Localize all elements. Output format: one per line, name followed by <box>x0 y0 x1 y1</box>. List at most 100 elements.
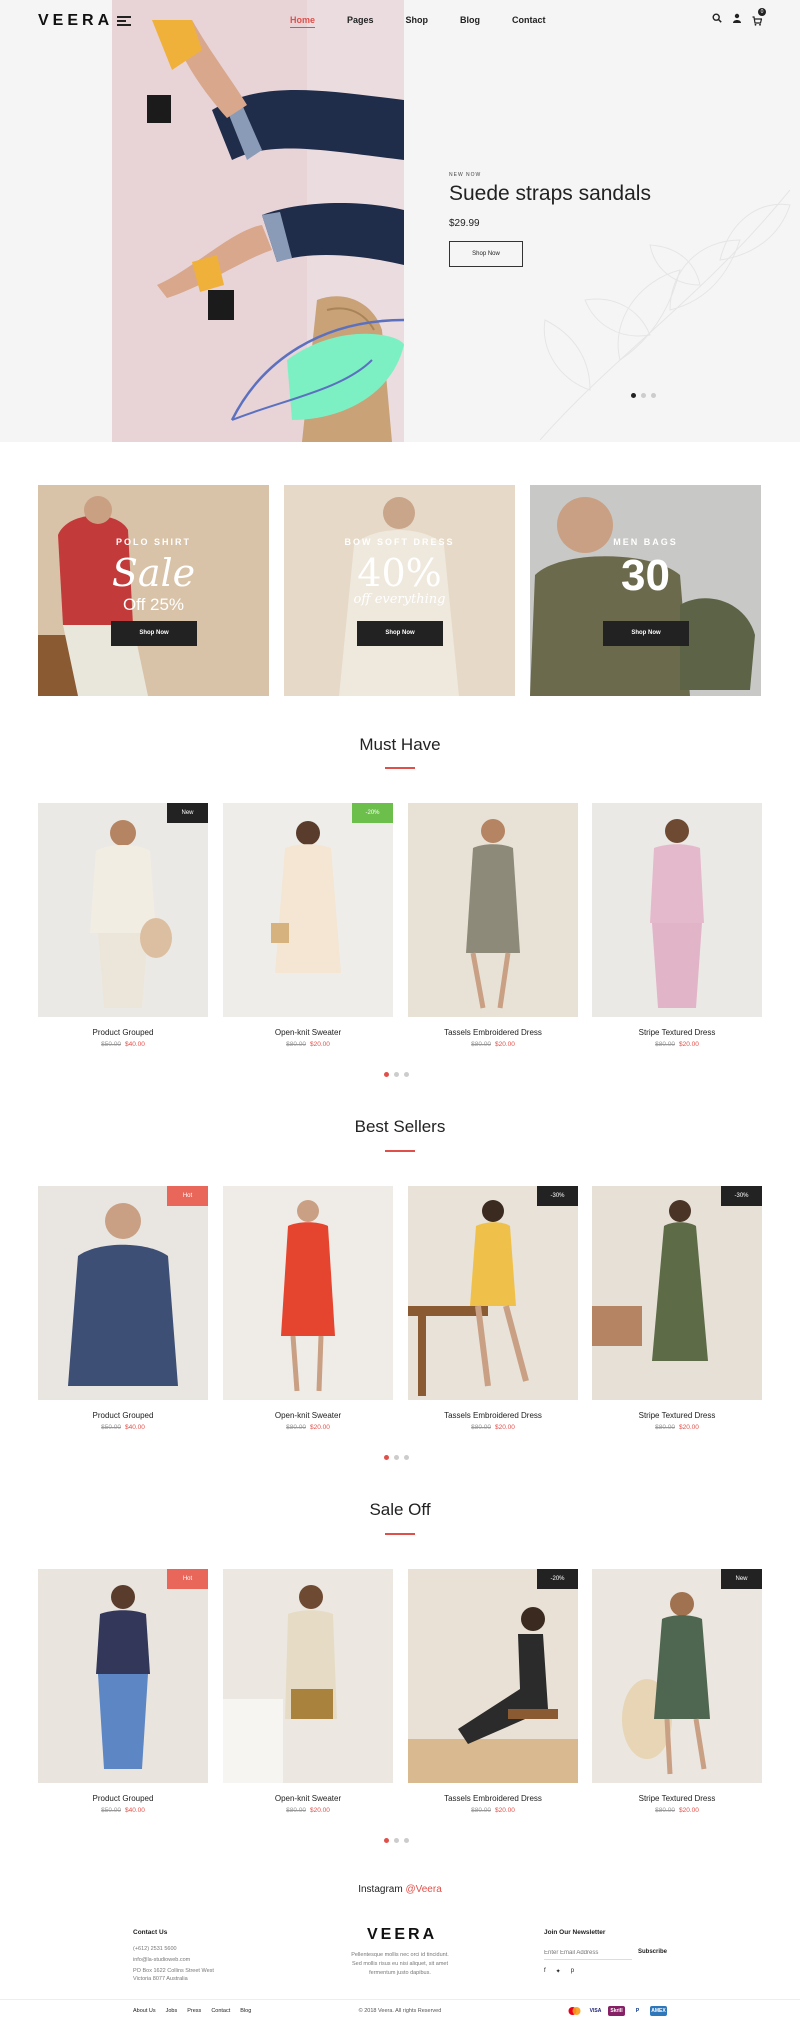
product-image[interactable]: -30% <box>592 1186 762 1400</box>
instagram-heading: Instagram @Veera <box>0 1884 800 1895</box>
product-prices: $80.00 $20.00 <box>408 1807 578 1814</box>
footer-logo[interactable]: VEERA <box>367 1926 437 1944</box>
product-image[interactable] <box>223 1569 393 1783</box>
product-price: $20.00 <box>310 1424 330 1431</box>
hero-slider: NEW NOW Suede straps sandals $29.99 Shop… <box>0 0 800 442</box>
carousel-dot-2[interactable] <box>394 1838 399 1843</box>
cart-icon[interactable]: 0 <box>752 8 766 26</box>
carousel-dot-3[interactable] <box>404 1838 409 1843</box>
subscribe-button[interactable]: Subscribe <box>638 1949 667 1955</box>
menu-icon[interactable] <box>117 16 131 26</box>
hero-shop-now-button[interactable]: Shop Now <box>449 241 523 267</box>
slider-dot-2[interactable] <box>641 393 646 398</box>
banner-shop-now-button[interactable]: Shop Now <box>603 621 689 646</box>
product-badge: Hot <box>167 1569 208 1589</box>
carousel-dot-3[interactable] <box>404 1072 409 1077</box>
carousel-dot-2[interactable] <box>394 1455 399 1460</box>
product-card[interactable]: New Product Grouped $50.00 $40.00 <box>38 803 208 1048</box>
carousel-dot-2[interactable] <box>394 1072 399 1077</box>
social-links: f ✦ p <box>544 1968 574 1975</box>
product-card[interactable]: Hot Product Grouped $50.00 $40.00 <box>38 1569 208 1814</box>
product-card[interactable]: -20% Tassels Embroidered Dress $80.00 $20… <box>408 1569 578 1814</box>
product-card[interactable]: Stripe Textured Dress $80.00 $20.00 <box>592 803 762 1048</box>
carousel-dot-1[interactable] <box>384 1455 389 1460</box>
product-image[interactable]: New <box>38 803 208 1017</box>
newsletter-heading: Join Our Newsletter <box>544 1929 606 1936</box>
product-image[interactable] <box>408 803 578 1017</box>
nav-home[interactable]: Home <box>290 15 316 28</box>
footer-bottom-bar: About Us Jobs Press Contact Blog © 2018 … <box>0 1999 800 2025</box>
carousel-dot-1[interactable] <box>384 1072 389 1077</box>
amex-icon: AMEX <box>650 2006 667 2016</box>
section-divider <box>385 767 415 769</box>
carousel-dot-3[interactable] <box>404 1455 409 1460</box>
product-name[interactable]: Open-knit Sweater <box>223 1411 393 1420</box>
product-card[interactable]: Open-knit Sweater $80.00 $20.00 <box>223 1569 393 1814</box>
product-card[interactable]: -20% Open-knit Sweater $80.00 $20.00 <box>223 803 393 1048</box>
product-image[interactable]: -20% <box>223 803 393 1017</box>
product-name[interactable]: Open-knit Sweater <box>223 1794 393 1803</box>
site-logo[interactable]: VEERA <box>38 12 113 30</box>
pinterest-icon[interactable]: p <box>571 1968 574 1975</box>
product-image[interactable]: Hot <box>38 1186 208 1400</box>
section-divider <box>385 1533 415 1535</box>
product-card[interactable]: Hot Product Grouped $50.00 $40.00 <box>38 1186 208 1431</box>
product-image[interactable] <box>592 803 762 1017</box>
product-photo <box>408 1607 578 1783</box>
product-image[interactable]: Hot <box>38 1569 208 1783</box>
carousel-dots <box>384 1838 409 1843</box>
product-name[interactable]: Product Grouped <box>38 1411 208 1420</box>
product-photo <box>223 1585 337 1783</box>
banner-headline: Sale <box>111 551 196 595</box>
product-name[interactable]: Tassels Embroidered Dress <box>408 1411 578 1420</box>
product-name[interactable]: Open-knit Sweater <box>223 1028 393 1037</box>
product-old-price: $80.00 <box>471 1807 491 1814</box>
banner-bow-soft-dress[interactable]: BOW SOFT DRESS 40% off everything Shop N… <box>284 485 515 696</box>
twitter-icon[interactable]: ✦ <box>556 1968 561 1975</box>
slider-dot-3[interactable] <box>651 393 656 398</box>
newsletter-email-input[interactable] <box>544 1946 632 1960</box>
product-image[interactable] <box>223 1186 393 1400</box>
product-name[interactable]: Product Grouped <box>38 1028 208 1037</box>
product-badge: -30% <box>537 1186 578 1206</box>
product-photo <box>68 1203 178 1386</box>
product-price: $40.00 <box>125 1424 145 1431</box>
nav-blog[interactable]: Blog <box>460 15 480 28</box>
product-name[interactable]: Stripe Textured Dress <box>592 1411 762 1420</box>
product-image[interactable]: -20% <box>408 1569 578 1783</box>
instagram-handle[interactable]: @Veera <box>405 1884 441 1895</box>
product-name[interactable]: Product Grouped <box>38 1794 208 1803</box>
product-price: $20.00 <box>679 1807 699 1814</box>
contact-phone: (+612) 2531 5600 <box>133 1946 177 1952</box>
product-card[interactable]: Tassels Embroidered Dress $80.00 $20.00 <box>408 803 578 1048</box>
banner-men-bags[interactable]: MEN BAGS 30 Shop Now <box>530 485 761 696</box>
product-card[interactable]: Open-knit Sweater $80.00 $20.00 <box>223 1186 393 1431</box>
product-name[interactable]: Tassels Embroidered Dress <box>408 1794 578 1803</box>
product-name[interactable]: Stripe Textured Dress <box>592 1028 762 1037</box>
product-card[interactable]: -30% Stripe Textured Dress $80.00 $20.00 <box>592 1186 762 1431</box>
product-card[interactable]: New Stripe Textured Dress $80.00 $20.00 <box>592 1569 762 1814</box>
carousel-dot-1[interactable] <box>384 1838 389 1843</box>
contact-email[interactable]: info@la-studioweb.com <box>133 1956 190 1965</box>
product-image[interactable]: -30% <box>408 1186 578 1400</box>
banner-shop-now-button[interactable]: Shop Now <box>111 621 197 646</box>
product-old-price: $80.00 <box>471 1041 491 1048</box>
nav-pages[interactable]: Pages <box>347 15 374 28</box>
nav-shop[interactable]: Shop <box>406 15 429 28</box>
product-price: $20.00 <box>495 1041 515 1048</box>
user-icon[interactable] <box>732 13 742 23</box>
product-prices: $80.00 $20.00 <box>223 1041 393 1048</box>
facebook-icon[interactable]: f <box>544 1968 546 1975</box>
banner-shop-now-button[interactable]: Shop Now <box>357 621 443 646</box>
product-image[interactable]: New <box>592 1569 762 1783</box>
product-price: $40.00 <box>125 1807 145 1814</box>
nav-contact[interactable]: Contact <box>512 15 546 28</box>
slider-dot-1[interactable] <box>631 393 636 398</box>
product-old-price: $80.00 <box>286 1424 306 1431</box>
search-icon[interactable] <box>712 13 722 23</box>
hero-illustration <box>112 0 404 442</box>
banner-polo-shirt[interactable]: POLO SHIRT Sale Off 25% Shop Now <box>38 485 269 696</box>
product-card[interactable]: -30% Tassels Embroidered Dress $80.00 $20… <box>408 1186 578 1431</box>
product-name[interactable]: Tassels Embroidered Dress <box>408 1028 578 1037</box>
product-name[interactable]: Stripe Textured Dress <box>592 1794 762 1803</box>
